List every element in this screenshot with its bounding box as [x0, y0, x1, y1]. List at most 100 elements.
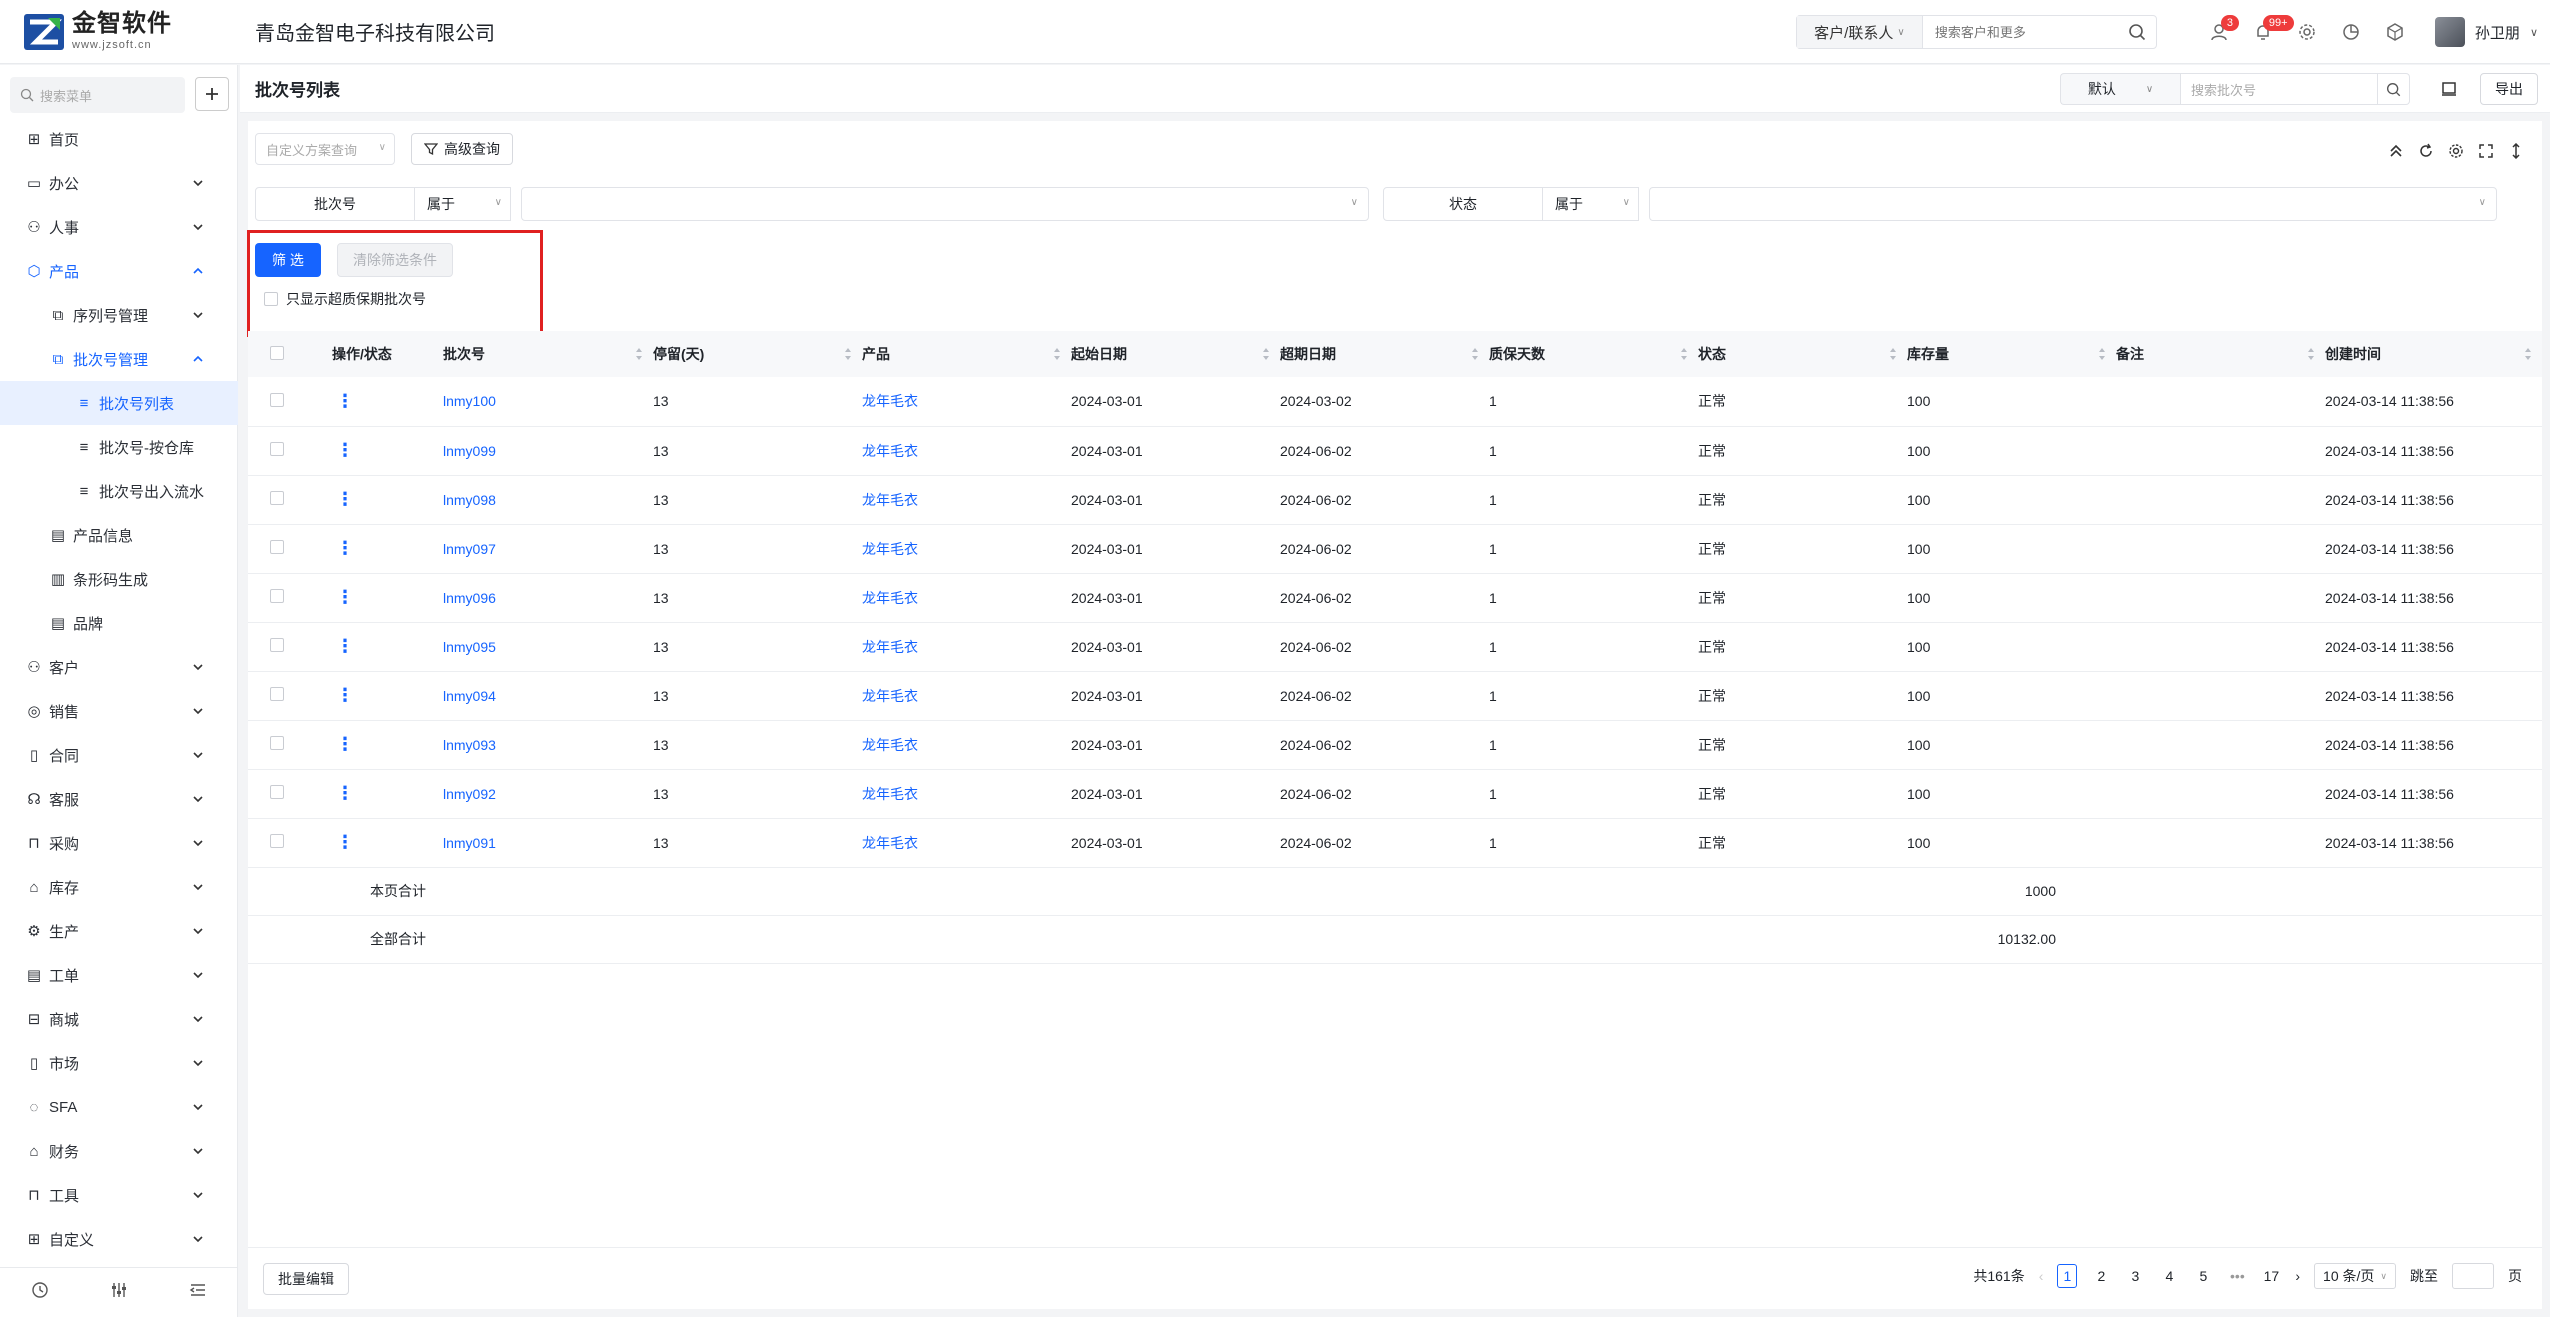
menu-search-input[interactable]: 搜索菜单: [10, 77, 185, 113]
global-search-input[interactable]: [1922, 16, 2118, 48]
page-3[interactable]: 3: [2125, 1264, 2145, 1288]
page-1[interactable]: 1: [2057, 1264, 2078, 1288]
export-button[interactable]: 导出: [2480, 73, 2538, 105]
batch-link[interactable]: lnmy093: [443, 737, 496, 753]
batch-edit-button[interactable]: 批量编辑: [263, 1262, 349, 1295]
row-checkbox[interactable]: [270, 785, 284, 799]
next-page-icon[interactable]: ›: [2295, 1268, 2300, 1284]
fullscreen-icon[interactable]: [2478, 143, 2494, 164]
product-link[interactable]: 龙年毛衣: [862, 590, 918, 606]
row-checkbox[interactable]: [270, 442, 284, 456]
col-expire[interactable]: 超期日期: [1280, 331, 1489, 377]
clear-filter-button[interactable]: 清除筛选条件: [337, 243, 453, 277]
batch-link[interactable]: lnmy091: [443, 835, 496, 851]
batch-link[interactable]: lnmy097: [443, 541, 496, 557]
prev-page-icon[interactable]: ‹: [2039, 1268, 2044, 1284]
sidebar-item-office[interactable]: ▭ 办公: [0, 161, 238, 205]
row-more-icon[interactable]: ⋮: [332, 734, 354, 754]
condition-operator-select[interactable]: 属于 ∨: [1543, 187, 1639, 221]
batch-link[interactable]: lnmy100: [443, 393, 496, 409]
table-row[interactable]: ⋮ lnmy096 13 龙年毛衣 2024-03-01 2024-06-02 …: [248, 573, 2542, 623]
batch-link[interactable]: lnmy095: [443, 639, 496, 655]
product-link[interactable]: 龙年毛衣: [862, 639, 918, 655]
col-created[interactable]: 创建时间: [2325, 331, 2542, 377]
sidebar-item-product-info[interactable]: ▤ 产品信息: [0, 513, 238, 557]
product-link[interactable]: 龙年毛衣: [862, 443, 918, 459]
sliders-icon[interactable]: [110, 1281, 128, 1304]
condition-value-select[interactable]: ∨: [521, 187, 1369, 221]
page-17[interactable]: 17: [2261, 1264, 2281, 1288]
row-more-icon[interactable]: ⋮: [332, 636, 354, 656]
row-more-icon[interactable]: ⋮: [332, 440, 354, 460]
sidebar-item-service[interactable]: ☊ 客服: [0, 777, 238, 821]
col-start[interactable]: 起始日期: [1071, 331, 1280, 377]
sidebar-item-batch-warehouse[interactable]: ≡ 批次号-按仓库: [0, 425, 238, 469]
refresh-icon[interactable]: [2418, 143, 2434, 164]
row-more-icon[interactable]: ⋮: [332, 489, 354, 509]
table-row[interactable]: ⋮ lnmy095 13 龙年毛衣 2024-03-01 2024-06-02 …: [248, 622, 2542, 672]
collapse-up-icon[interactable]: [2388, 143, 2404, 164]
table-row[interactable]: ⋮ lnmy093 13 龙年毛衣 2024-03-01 2024-06-02 …: [248, 720, 2542, 770]
batch-link[interactable]: lnmy092: [443, 786, 496, 802]
table-row[interactable]: ⋮ lnmy091 13 龙年毛衣 2024-03-01 2024-06-02 …: [248, 818, 2542, 868]
row-checkbox[interactable]: [270, 392, 284, 407]
sidebar-item-mall[interactable]: ⊟ 商城: [0, 997, 238, 1041]
search-scope-select[interactable]: 客户/联系人 ∨: [1796, 16, 1923, 48]
table-row[interactable]: ⋮ lnmy098 13 龙年毛衣 2024-03-01 2024-06-02 …: [248, 475, 2542, 525]
sidebar-item-production[interactable]: ⚙ 生产: [0, 909, 238, 953]
view-select[interactable]: 默认 ∨: [2060, 73, 2180, 105]
table-row[interactable]: ⋮ lnmy097 13 龙年毛衣 2024-03-01 2024-06-02 …: [248, 524, 2542, 574]
batch-link[interactable]: lnmy098: [443, 492, 496, 508]
row-more-icon[interactable]: ⋮: [332, 391, 354, 411]
row-checkbox[interactable]: [270, 540, 284, 554]
jump-input[interactable]: [2452, 1263, 2494, 1289]
sidebar-item-workorder[interactable]: ▤ 工单: [0, 953, 238, 997]
page-2[interactable]: 2: [2091, 1264, 2111, 1288]
table-row[interactable]: ⋮ lnmy092 13 龙年毛衣 2024-03-01 2024-06-02 …: [248, 769, 2542, 819]
table-row[interactable]: ⋮ lnmy100 13 龙年毛衣 2024-03-01 2024-03-02 …: [248, 377, 2542, 427]
sidebar-item-serial[interactable]: ⧉ 序列号管理: [0, 293, 238, 337]
product-link[interactable]: 龙年毛衣: [862, 492, 918, 508]
row-checkbox[interactable]: [270, 491, 284, 505]
sidebar-item-brand[interactable]: ▤ 品牌: [0, 601, 238, 645]
row-more-icon[interactable]: ⋮: [332, 538, 354, 558]
row-more-icon[interactable]: ⋮: [332, 783, 354, 803]
batch-link[interactable]: lnmy094: [443, 688, 496, 704]
contacts-icon[interactable]: 3: [2197, 12, 2241, 52]
batch-link[interactable]: lnmy099: [443, 443, 496, 459]
add-icon[interactable]: [195, 77, 229, 111]
page-size-select[interactable]: 10 条/页 ∨: [2314, 1263, 2396, 1289]
print-icon[interactable]: [2432, 73, 2466, 105]
col-stay[interactable]: 停留(天): [653, 331, 862, 377]
gear-icon[interactable]: [2285, 12, 2329, 52]
row-more-icon[interactable]: ⋮: [332, 832, 354, 852]
filter-button[interactable]: 筛 选: [255, 243, 321, 277]
logo[interactable]: 金智软件 www.jzsoft.cn: [0, 0, 240, 64]
page-5[interactable]: 5: [2193, 1264, 2213, 1288]
user-menu[interactable]: 孙卫朋 ∨: [2434, 17, 2538, 47]
cube-icon[interactable]: [2373, 12, 2417, 52]
row-checkbox[interactable]: [270, 638, 284, 652]
sidebar-item-purchase[interactable]: ⊓ 采购: [0, 821, 238, 865]
condition-value-select[interactable]: ∨: [1649, 187, 2497, 221]
search-icon[interactable]: [2378, 73, 2410, 105]
sidebar-item-inventory[interactable]: ⌂ 库存: [0, 865, 238, 909]
product-link[interactable]: 龙年毛衣: [862, 786, 918, 802]
pie-chart-icon[interactable]: [2329, 12, 2373, 52]
batch-search-input[interactable]: 搜索批次号: [2180, 73, 2378, 105]
row-checkbox[interactable]: [270, 589, 284, 603]
page-4[interactable]: 4: [2159, 1264, 2179, 1288]
sidebar-item-finance[interactable]: ⌂ 财务: [0, 1129, 238, 1173]
product-link[interactable]: 龙年毛衣: [862, 393, 918, 409]
col-note[interactable]: 备注: [2116, 331, 2325, 377]
col-batch[interactable]: 批次号: [443, 331, 653, 377]
sidebar-item-barcode[interactable]: ▥ 条形码生成: [0, 557, 238, 601]
page-ellipsis[interactable]: •••: [2227, 1264, 2247, 1288]
custom-plan-select[interactable]: 自定义方案查询 ∨: [255, 133, 395, 165]
product-link[interactable]: 龙年毛衣: [862, 688, 918, 704]
product-link[interactable]: 龙年毛衣: [862, 541, 918, 557]
column-settings-icon[interactable]: [2448, 143, 2464, 164]
condition-operator-select[interactable]: 属于 ∨: [415, 187, 511, 221]
table-row[interactable]: ⋮ lnmy099 13 龙年毛衣 2024-03-01 2024-06-02 …: [248, 426, 2542, 476]
overdue-only-checkbox[interactable]: 只显示超质保期批次号: [264, 289, 426, 309]
